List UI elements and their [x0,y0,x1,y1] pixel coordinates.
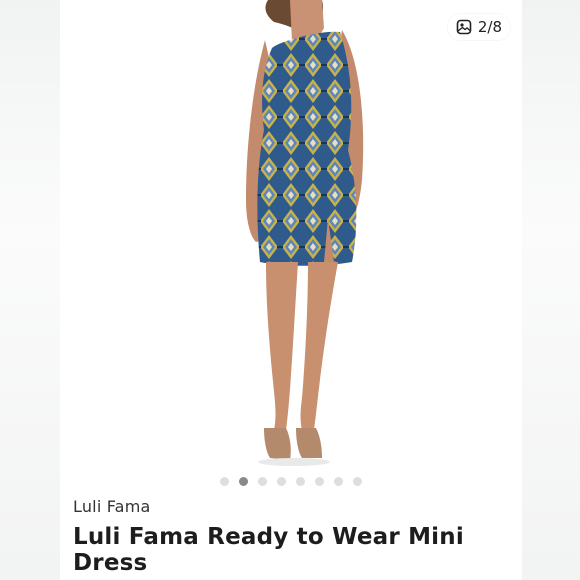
carousel-dot[interactable] [296,477,305,486]
carousel-dot[interactable] [277,477,286,486]
carousel-pagination [60,477,522,486]
carousel-dot[interactable] [239,477,248,486]
carousel-dot[interactable] [258,477,267,486]
product-image[interactable]: 2/8 [60,0,522,468]
product-title: Luli Fama Ready to Wear Mini Dress [73,524,464,576]
image-counter-text: 2/8 [477,18,502,36]
image-gallery-icon [456,19,472,35]
carousel-dot[interactable] [315,477,324,486]
carousel-dot[interactable] [334,477,343,486]
product-brand[interactable]: Luli Fama [73,497,150,516]
product-card: 2/8 Luli Fama Luli Fama Ready to Wear Mi… [60,0,522,580]
image-counter: 2/8 [447,14,510,40]
carousel-dot[interactable] [353,477,362,486]
carousel-dot[interactable] [220,477,229,486]
product-photo-illustration [246,0,364,466]
